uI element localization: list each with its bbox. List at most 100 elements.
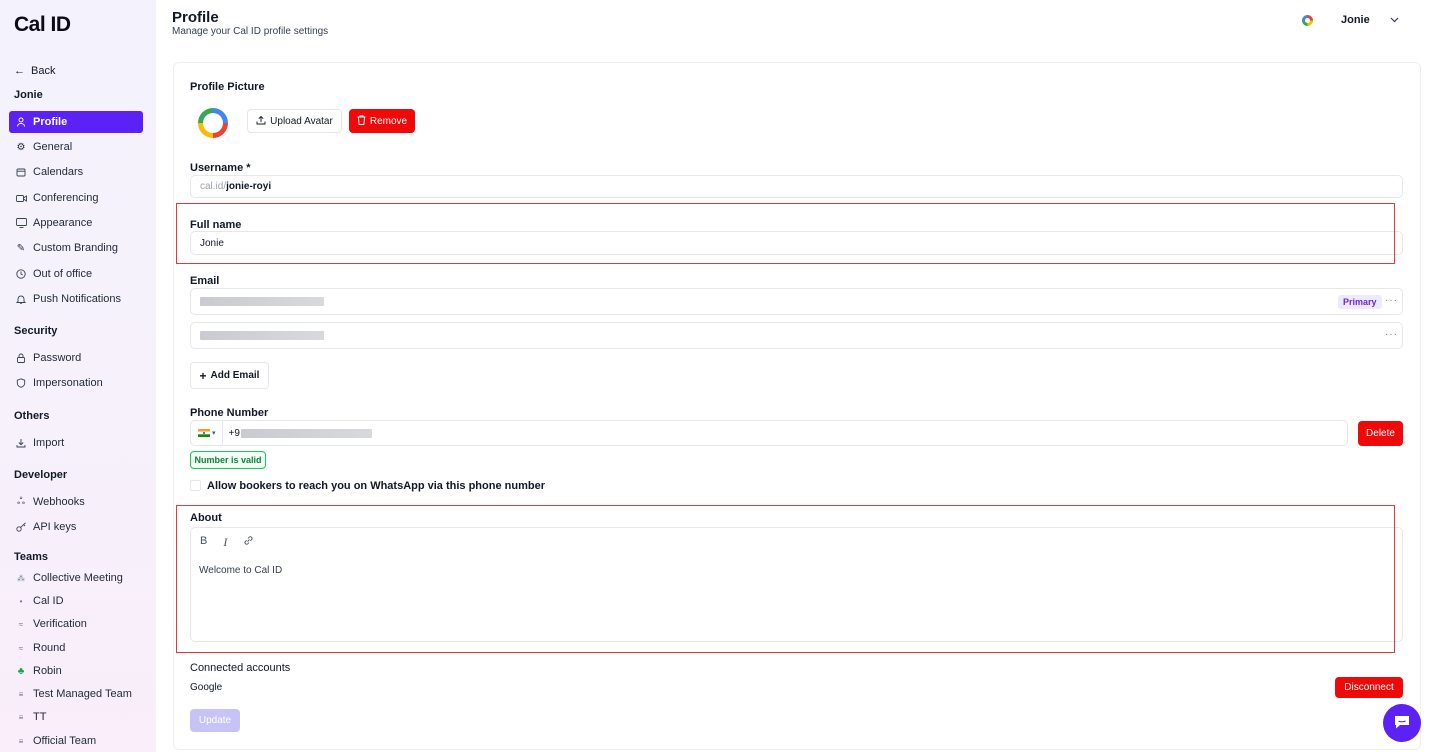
india-flag-icon (198, 429, 210, 437)
sidebar-team-verification[interactable]: ≈ Verification (9, 613, 143, 635)
plus-icon: + (199, 368, 207, 383)
phone-value-redacted (240, 428, 372, 438)
sidebar-team-official-team[interactable]: ≡ Official Team (9, 730, 143, 752)
delete-phone-button[interactable]: Delete (1358, 421, 1403, 446)
team-logo-icon: ≡ (18, 736, 24, 746)
connected-accounts-label: Connected accounts (190, 662, 291, 674)
sidebar-item-general[interactable]: ⚙ General (9, 136, 143, 158)
sidebar-item-api-keys[interactable]: API keys (9, 516, 143, 538)
sidebar-item-conferencing[interactable]: Conferencing (9, 187, 143, 209)
sidebar-item-label: Profile (33, 116, 68, 128)
email-label: Email (190, 275, 220, 287)
add-email-label: Add Email (210, 370, 260, 381)
webhook-icon: ஃ (17, 496, 25, 507)
sidebar-item-push-notifications[interactable]: Push Notifications (9, 288, 143, 310)
delete-phone-label: Delete (1366, 428, 1395, 439)
sidebar-team-robin[interactable]: ♣ Robin (9, 660, 143, 682)
clock-icon (15, 269, 27, 279)
monitor-icon (15, 218, 27, 228)
upload-avatar-button[interactable]: Upload Avatar (247, 109, 342, 133)
email-row-primary[interactable] (190, 288, 1403, 315)
trash-icon (357, 114, 366, 128)
sidebar-item-label: Password (33, 352, 82, 364)
sidebar-section-developer: Developer (14, 469, 68, 481)
update-button[interactable]: Update (190, 709, 240, 732)
phone-label: Phone Number (190, 407, 269, 419)
sidebar-item-label: Conferencing (33, 192, 99, 204)
whatsapp-label: Allow bookers to reach you on WhatsApp v… (207, 480, 545, 492)
sidebar-item-calendars[interactable]: Calendars (9, 161, 143, 183)
sidebar-section-security: Security (14, 325, 58, 337)
key-icon (15, 522, 27, 532)
sidebar-item-label: Webhooks (33, 496, 85, 508)
sidebar-section-user: Jonie (14, 89, 43, 101)
sidebar-item-label: Appearance (33, 217, 93, 229)
back-label: Back (31, 65, 56, 77)
chevron-down-icon: ▾ (212, 430, 216, 437)
chevron-down-icon (1390, 15, 1399, 26)
phone-input[interactable]: ▾ +9 (190, 420, 1348, 446)
username-label: Username * (190, 162, 251, 174)
sidebar-team-cal-id[interactable]: • Cal ID (9, 590, 143, 612)
bell-icon (15, 294, 27, 304)
sidebar-item-appearance[interactable]: Appearance (9, 212, 143, 234)
sidebar: Cal ID ← Back Jonie Profile ⚙ General Ca… (0, 0, 156, 752)
sidebar-item-label: Calendars (33, 166, 84, 178)
sidebar-section-teams: Teams (14, 551, 49, 563)
about-highlight (176, 505, 1395, 653)
team-logo-icon: ≡ (18, 689, 24, 699)
email-value-redacted (200, 297, 324, 306)
team-logo-icon: ≈ (18, 619, 24, 629)
email-more-button[interactable]: ··· (1385, 295, 1398, 306)
sidebar-item-profile[interactable]: Profile (9, 111, 143, 133)
connected-provider: Google (190, 682, 223, 693)
upload-avatar-label: Upload Avatar (270, 115, 333, 127)
remove-avatar-label: Remove (369, 115, 408, 127)
chat-support-button[interactable] (1383, 704, 1421, 742)
sidebar-item-import[interactable]: Import (9, 432, 143, 454)
sidebar-team-collective-meeting[interactable]: ⁂ Collective Meeting (9, 567, 143, 589)
lock-icon (15, 353, 27, 363)
team-logo-icon: • (19, 596, 23, 606)
sidebar-item-label: Import (33, 437, 65, 449)
user-menu[interactable]: Jonie (1302, 14, 1399, 26)
app-logo[interactable]: Cal ID (14, 13, 71, 37)
remove-avatar-button[interactable]: Remove (349, 109, 415, 133)
sidebar-team-round[interactable]: ≈ Round (9, 637, 143, 659)
whatsapp-checkbox[interactable] (190, 480, 201, 491)
back-link[interactable]: ← Back (14, 65, 55, 77)
disconnect-label: Disconnect (1344, 682, 1394, 693)
add-email-button[interactable]: + Add Email (190, 362, 269, 389)
profile-picture-label: Profile Picture (190, 81, 265, 93)
email-row-secondary[interactable] (190, 322, 1403, 349)
profile-avatar (198, 108, 228, 138)
download-icon (15, 438, 27, 448)
sidebar-item-label: Custom Branding (33, 242, 118, 254)
disconnect-button[interactable]: Disconnect (1335, 677, 1403, 698)
chat-icon (1393, 714, 1411, 733)
user-avatar (1302, 14, 1313, 26)
calendar-icon (15, 167, 27, 177)
country-select[interactable]: ▾ (191, 421, 223, 445)
sidebar-item-webhooks[interactable]: ஃ Webhooks (9, 491, 143, 513)
email-value-redacted (200, 331, 324, 340)
email-more-button[interactable]: ··· (1385, 329, 1398, 340)
sidebar-item-impersonation[interactable]: Impersonation (9, 372, 143, 394)
username-prefix: cal.id/ (200, 181, 227, 192)
sidebar-item-label: General (33, 141, 73, 153)
sidebar-item-out-of-office[interactable]: Out of office (9, 263, 143, 285)
team-logo-icon: ♣ (17, 665, 25, 677)
fullname-highlight (176, 203, 1395, 264)
sidebar-team-test-managed-team[interactable]: ≡ Test Managed Team (9, 683, 143, 705)
page-title: Profile (172, 9, 219, 26)
username-input[interactable]: cal.id/ jonie-royi (190, 175, 1403, 198)
sidebar-section-others: Others (14, 410, 50, 422)
sidebar-item-label: Push Notifications (33, 293, 122, 305)
sidebar-item-label: Test Managed Team (33, 688, 132, 700)
sidebar-team-tt[interactable]: ≡ TT (9, 706, 143, 728)
sidebar-item-password[interactable]: Password (9, 347, 143, 369)
sidebar-item-custom-branding[interactable]: ✎ Custom Branding (9, 237, 143, 259)
upload-icon (256, 115, 266, 128)
sidebar-item-label: TT (33, 711, 47, 723)
phone-prefix: +9 (228, 427, 240, 439)
